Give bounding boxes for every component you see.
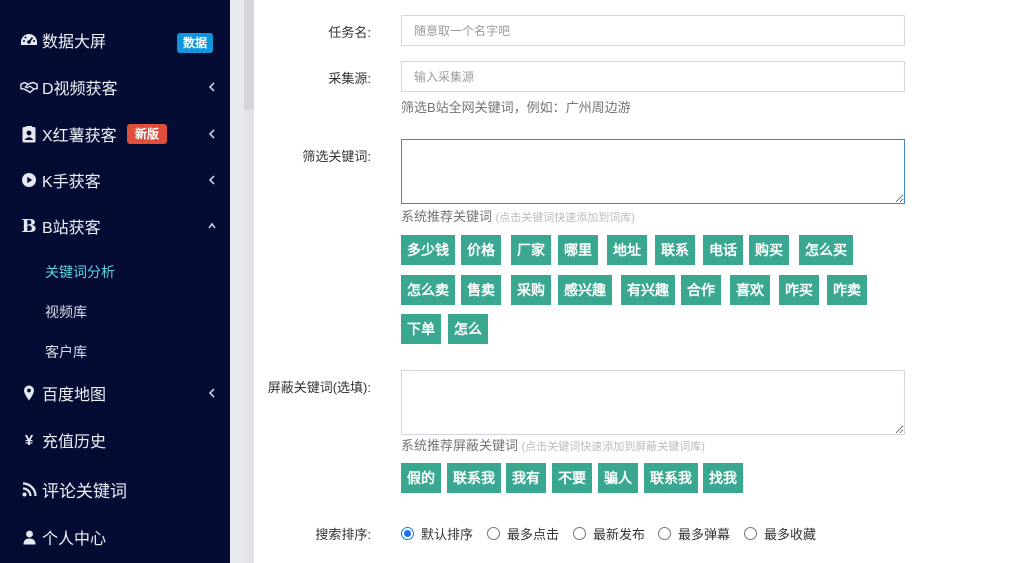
chevron-left-icon [208,129,215,139]
chevron-down-icon [208,222,216,229]
sidebar-item-comment-keywords[interactable]: 评论关键词 [0,469,230,509]
play-circle-icon [20,171,38,189]
block-keyword-tag[interactable]: 我有 [506,463,546,493]
chevron-left-icon [208,82,215,92]
task-name-input[interactable] [401,15,905,46]
sidebar: 数据大屏 数据 D视频获客 X红薯获客 新版 K手获客 B B站获客 关键词分析… [0,0,230,563]
chevron-left-icon [208,175,215,185]
handshake-icon [20,78,38,96]
sidebar-item-label: 个人中心 [42,531,107,548]
keyword-tag[interactable]: 采购 [511,275,551,305]
rss-icon [20,480,38,498]
radio-checked-icon [401,527,414,540]
keyword-tag[interactable]: 怎么 [448,314,488,344]
task-name-label: 任务名: [328,25,371,40]
sidebar-item-recharge-history[interactable]: ¥ 充值历史 [0,420,230,460]
sidebar-item-b-zhan[interactable]: B B站获客 [0,206,230,246]
keyword-tag[interactable]: 购买 [749,235,789,265]
sort-option-label: 最多点击 [507,527,560,542]
sort-option-default[interactable]: 默认排序 [401,524,473,543]
sidebar-item-x-hongshu[interactable]: X红薯获客 新版 [0,114,230,154]
chevron-left-icon [208,388,215,398]
keyword-tag[interactable]: 怎么买 [799,235,853,265]
sort-option-most-danmaku[interactable]: 最多弹幕 [658,524,730,543]
sidebar-item-label: X红薯获客 [42,128,117,145]
keyword-tag[interactable]: 多少钱 [401,235,455,265]
keyword-tag[interactable]: 售卖 [461,275,501,305]
sidebar-item-label: 评论关键词 [42,481,127,501]
radio-unchecked-icon [658,527,671,540]
keyword-tag[interactable]: 怎么卖 [401,275,455,305]
block-keyword-tag[interactable]: 不要 [552,463,592,493]
source-label: 采集源: [328,71,371,86]
keyword-tag[interactable]: 咋买 [779,275,819,305]
keyword-tag[interactable]: 价格 [461,235,501,265]
sidebar-item-label: 数据大屏 [42,34,107,51]
sort-option-label: 最多弹幕 [678,527,731,542]
keyword-tag[interactable]: 电话 [703,235,743,265]
letter-b-icon: B [21,215,37,237]
sidebar-item-label: D视频获客 [42,81,118,98]
sidebar-subitem-video-library[interactable]: 视频库 [45,302,87,322]
sort-label: 搜索排序: [315,527,371,542]
block-keyword-tag[interactable]: 假的 [401,463,441,493]
block-keyword-tag[interactable]: 骗人 [598,463,638,493]
app-root: 数据大屏 数据 D视频获客 X红薯获客 新版 K手获客 B B站获客 关键词分析… [0,0,1016,563]
keyword-tag[interactable]: 下单 [401,314,441,344]
sort-option-latest[interactable]: 最新发布 [573,524,645,543]
radio-unchecked-icon [573,527,586,540]
sort-option-label: 最多收藏 [764,527,817,542]
keyword-tag[interactable]: 合作 [681,275,721,305]
source-help-text: 筛选B站全网关键词，例如：广州周边游 [401,100,631,115]
sort-option-label: 最新发布 [593,527,646,542]
keyword-tag[interactable]: 联系 [655,235,695,265]
sidebar-subitem-customer-library[interactable]: 客户库 [45,342,87,362]
keyword-tag[interactable]: 哪里 [558,235,598,265]
block-keyword-tag[interactable]: 联系我 [644,463,698,493]
radio-unchecked-icon [487,527,500,540]
yen-icon: ¥ [24,431,34,449]
block-keywords-label: 屏蔽关键词(选填): [267,380,371,395]
filter-keywords-label: 筛选关键词: [302,149,371,164]
recommend-block-keywords-hint: (点击关键词快速添加到屏蔽关键词库) [521,441,705,453]
sidebar-item-d-video[interactable]: D视频获客 [0,67,230,107]
sidebar-item-profile[interactable]: 个人中心 [0,517,230,557]
scrollbar-thumb[interactable] [244,0,254,110]
keyword-tag[interactable]: 有兴趣 [621,275,675,305]
filter-keywords-textarea[interactable] [401,139,905,204]
block-keywords-textarea[interactable] [401,370,905,435]
block-keyword-tag[interactable]: 联系我 [447,463,501,493]
recommend-keywords-hint: (点击关键词快速添加到词库) [495,212,635,224]
radio-unchecked-icon [744,527,757,540]
dashboard-icon [20,31,38,49]
block-keyword-tag[interactable]: 找我 [703,463,743,493]
user-icon [20,528,38,546]
new-version-badge: 新版 [127,124,168,144]
keyword-tag[interactable]: 咋卖 [827,275,867,305]
recommend-keywords-title: 系统推荐关键词 [401,209,493,224]
recommend-block-keywords-caption: 系统推荐屏蔽关键词 (点击关键词快速添加到屏蔽关键词库) [401,435,705,454]
map-marker-icon [20,384,38,402]
sidebar-item-label: B站获客 [42,220,101,237]
sidebar-subitem-keyword-analysis[interactable]: 关键词分析 [45,262,115,282]
recommend-keywords-caption: 系统推荐关键词 (点击关键词快速添加到词库) [401,206,635,225]
source-input[interactable] [401,61,905,92]
sidebar-item-data-screen[interactable]: 数据大屏 数据 [0,20,230,60]
sidebar-item-label: 百度地图 [42,387,107,404]
task-form: 任务名: 采集源: 筛选B站全网关键词，例如：广州周边游 筛选关键词: 系统推荐… [254,0,1016,563]
sort-option-label: 默认排序 [421,527,474,542]
keyword-tag[interactable]: 喜欢 [730,275,770,305]
data-badge: 数据 [177,33,214,53]
sidebar-item-baidu-map[interactable]: 百度地图 [0,373,230,413]
contact-card-icon [20,125,38,143]
sidebar-item-k-shou[interactable]: K手获客 [0,160,230,200]
sort-option-most-clicks[interactable]: 最多点击 [487,524,559,543]
keyword-tag[interactable]: 感兴趣 [558,275,612,305]
sidebar-item-label: K手获客 [42,174,101,191]
recommend-block-keywords-title: 系统推荐屏蔽关键词 [401,438,519,453]
keyword-tag[interactable]: 厂家 [511,235,551,265]
sidebar-item-label: 充值历史 [42,434,107,451]
keyword-tag[interactable]: 地址 [607,235,647,265]
sort-option-most-favorites[interactable]: 最多收藏 [744,524,816,543]
